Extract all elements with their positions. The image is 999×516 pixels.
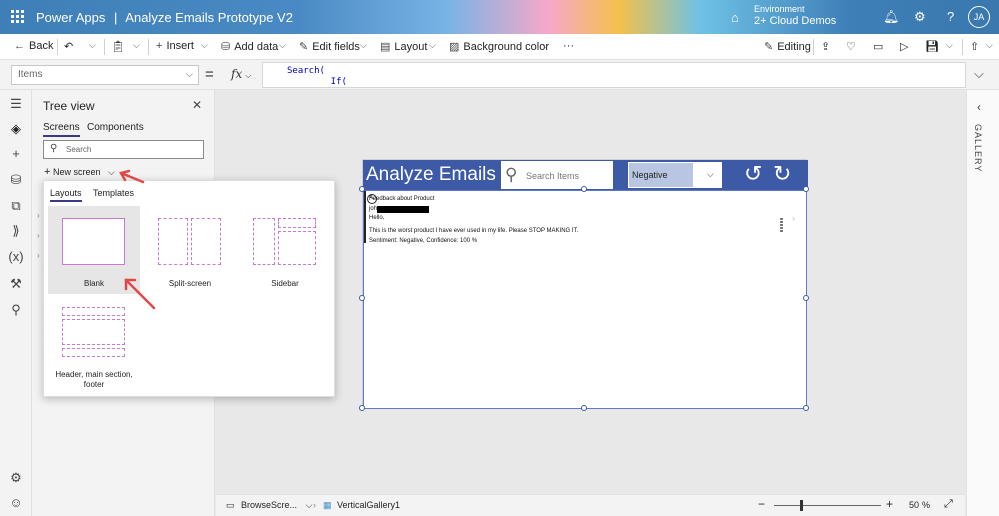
annotation-arrow-blank [124, 278, 156, 310]
annotation-arrows [119, 169, 156, 310]
annotation-arrow-new-screen [119, 169, 145, 184]
